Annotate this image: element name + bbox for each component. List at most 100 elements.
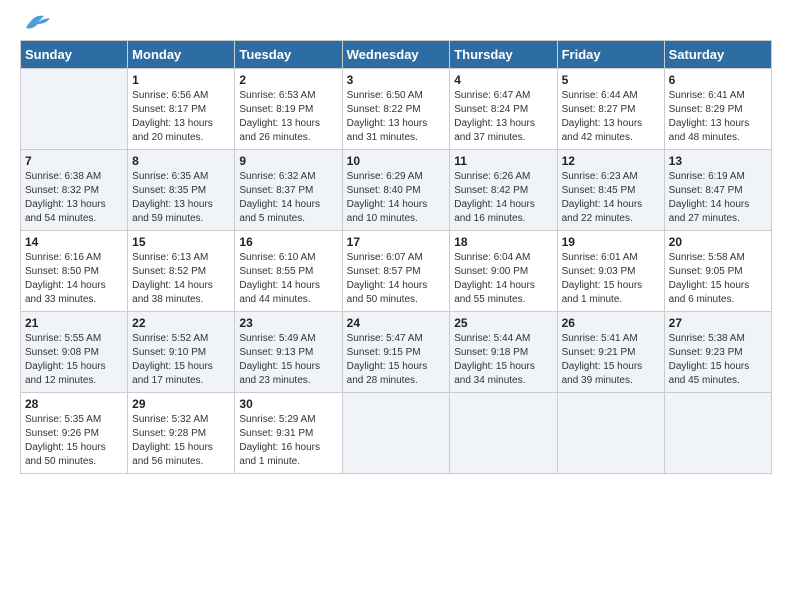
calendar-header: SundayMondayTuesdayWednesdayThursdayFrid… bbox=[21, 41, 772, 69]
calendar-cell: 16 Sunrise: 6:10 AM Sunset: 8:55 PM Dayli… bbox=[235, 231, 342, 312]
day-info: Sunrise: 6:10 AM Sunset: 8:55 PM Dayligh… bbox=[239, 251, 337, 307]
day-info: Sunrise: 6:35 AM Sunset: 8:35 PM Dayligh… bbox=[132, 170, 230, 226]
calendar-cell: 26Sunrise: 5:41 AM Sunset: 9:21 PM Dayli… bbox=[557, 312, 664, 393]
day-info: Sunrise: 6:56 AM Sunset: 8:17 PM Dayligh… bbox=[132, 89, 230, 145]
day-info: Sunrise: 6:07 AM Sunset: 8:57 PM Dayligh… bbox=[347, 251, 446, 307]
day-info: Sunrise: 5:32 AM Sunset: 9:28 PM Dayligh… bbox=[132, 413, 230, 469]
day-number: 28 bbox=[25, 397, 123, 411]
calendar-cell: 7Sunrise: 6:38 AM Sunset: 8:32 PM Daylig… bbox=[21, 150, 128, 231]
calendar-cell: 1 Sunrise: 6:56 AM Sunset: 8:17 PM Daylig… bbox=[128, 69, 235, 150]
day-number: 21 bbox=[25, 316, 123, 330]
calendar-cell: 3 Sunrise: 6:50 AM Sunset: 8:22 PM Daylig… bbox=[342, 69, 450, 150]
logo bbox=[20, 20, 54, 32]
day-number: 18 bbox=[454, 235, 552, 249]
day-number: 23 bbox=[239, 316, 337, 330]
calendar-cell: 28 Sunrise: 5:35 AM Sunset: 9:26 PM Dayli… bbox=[21, 393, 128, 474]
day-number: 8 bbox=[132, 154, 230, 168]
day-number: 16 bbox=[239, 235, 337, 249]
weekday-header-wednesday: Wednesday bbox=[342, 41, 450, 69]
day-info: Sunrise: 6:44 AM Sunset: 8:27 PM Dayligh… bbox=[562, 89, 660, 145]
calendar-cell: 18 Sunrise: 6:04 AM Sunset: 9:00 PM Dayli… bbox=[450, 231, 557, 312]
day-number: 17 bbox=[347, 235, 446, 249]
calendar-cell: 17 Sunrise: 6:07 AM Sunset: 8:57 PM Dayli… bbox=[342, 231, 450, 312]
calendar-cell bbox=[21, 69, 128, 150]
day-number: 15 bbox=[132, 235, 230, 249]
day-number: 10 bbox=[347, 154, 446, 168]
calendar-cell bbox=[557, 393, 664, 474]
calendar-week-row: 1 Sunrise: 6:56 AM Sunset: 8:17 PM Daylig… bbox=[21, 69, 772, 150]
day-number: 7 bbox=[25, 154, 123, 168]
weekday-header-thursday: Thursday bbox=[450, 41, 557, 69]
day-info: Sunrise: 6:53 AM Sunset: 8:19 PM Dayligh… bbox=[239, 89, 337, 145]
calendar-cell: 25Sunrise: 5:44 AM Sunset: 9:18 PM Dayli… bbox=[450, 312, 557, 393]
calendar-cell: 30 Sunrise: 5:29 AM Sunset: 9:31 PM Dayli… bbox=[235, 393, 342, 474]
calendar-cell: 12 Sunrise: 6:23 AM Sunset: 8:45 PM Dayli… bbox=[557, 150, 664, 231]
day-info: Sunrise: 6:19 AM Sunset: 8:47 PM Dayligh… bbox=[669, 170, 767, 226]
day-info: Sunrise: 6:04 AM Sunset: 9:00 PM Dayligh… bbox=[454, 251, 552, 307]
day-number: 22 bbox=[132, 316, 230, 330]
day-number: 20 bbox=[669, 235, 767, 249]
weekday-header-monday: Monday bbox=[128, 41, 235, 69]
day-info: Sunrise: 6:13 AM Sunset: 8:52 PM Dayligh… bbox=[132, 251, 230, 307]
calendar-cell: 24 Sunrise: 5:47 AM Sunset: 9:15 PM Dayli… bbox=[342, 312, 450, 393]
day-number: 6 bbox=[669, 73, 767, 87]
calendar-cell: 13 Sunrise: 6:19 AM Sunset: 8:47 PM Dayli… bbox=[664, 150, 771, 231]
day-info: Sunrise: 6:50 AM Sunset: 8:22 PM Dayligh… bbox=[347, 89, 446, 145]
weekday-header-tuesday: Tuesday bbox=[235, 41, 342, 69]
calendar-week-row: 28 Sunrise: 5:35 AM Sunset: 9:26 PM Dayli… bbox=[21, 393, 772, 474]
day-info: Sunrise: 5:52 AM Sunset: 9:10 PM Dayligh… bbox=[132, 332, 230, 388]
calendar-cell: 15 Sunrise: 6:13 AM Sunset: 8:52 PM Dayli… bbox=[128, 231, 235, 312]
calendar-cell: 4 Sunrise: 6:47 AM Sunset: 8:24 PM Daylig… bbox=[450, 69, 557, 150]
calendar-week-row: 7Sunrise: 6:38 AM Sunset: 8:32 PM Daylig… bbox=[21, 150, 772, 231]
day-info: Sunrise: 5:49 AM Sunset: 9:13 PM Dayligh… bbox=[239, 332, 337, 388]
calendar-cell: 9 Sunrise: 6:32 AM Sunset: 8:37 PM Daylig… bbox=[235, 150, 342, 231]
calendar-week-row: 21Sunrise: 5:55 AM Sunset: 9:08 PM Dayli… bbox=[21, 312, 772, 393]
day-number: 24 bbox=[347, 316, 446, 330]
day-number: 11 bbox=[454, 154, 552, 168]
calendar-cell: 19 Sunrise: 6:01 AM Sunset: 9:03 PM Dayli… bbox=[557, 231, 664, 312]
day-number: 14 bbox=[25, 235, 123, 249]
day-info: Sunrise: 5:35 AM Sunset: 9:26 PM Dayligh… bbox=[25, 413, 123, 469]
day-number: 13 bbox=[669, 154, 767, 168]
day-number: 3 bbox=[347, 73, 446, 87]
weekday-header-sunday: Sunday bbox=[21, 41, 128, 69]
day-number: 19 bbox=[562, 235, 660, 249]
calendar-cell: 5Sunrise: 6:44 AM Sunset: 8:27 PM Daylig… bbox=[557, 69, 664, 150]
day-info: Sunrise: 6:01 AM Sunset: 9:03 PM Dayligh… bbox=[562, 251, 660, 307]
page-header bbox=[20, 20, 772, 32]
day-number: 9 bbox=[239, 154, 337, 168]
day-number: 1 bbox=[132, 73, 230, 87]
calendar-table: SundayMondayTuesdayWednesdayThursdayFrid… bbox=[20, 40, 772, 474]
calendar-cell: 10Sunrise: 6:29 AM Sunset: 8:40 PM Dayli… bbox=[342, 150, 450, 231]
calendar-cell: 21Sunrise: 5:55 AM Sunset: 9:08 PM Dayli… bbox=[21, 312, 128, 393]
day-info: Sunrise: 6:26 AM Sunset: 8:42 PM Dayligh… bbox=[454, 170, 552, 226]
day-number: 4 bbox=[454, 73, 552, 87]
calendar-cell: 6 Sunrise: 6:41 AM Sunset: 8:29 PM Daylig… bbox=[664, 69, 771, 150]
day-info: Sunrise: 6:47 AM Sunset: 8:24 PM Dayligh… bbox=[454, 89, 552, 145]
day-number: 30 bbox=[239, 397, 337, 411]
calendar-cell: 11 Sunrise: 6:26 AM Sunset: 8:42 PM Dayli… bbox=[450, 150, 557, 231]
weekday-header-saturday: Saturday bbox=[664, 41, 771, 69]
day-info: Sunrise: 6:23 AM Sunset: 8:45 PM Dayligh… bbox=[562, 170, 660, 226]
calendar-cell: 27 Sunrise: 5:38 AM Sunset: 9:23 PM Dayli… bbox=[664, 312, 771, 393]
day-number: 25 bbox=[454, 316, 552, 330]
calendar-week-row: 14 Sunrise: 6:16 AM Sunset: 8:50 PM Dayli… bbox=[21, 231, 772, 312]
weekday-header-row: SundayMondayTuesdayWednesdayThursdayFrid… bbox=[21, 41, 772, 69]
day-number: 27 bbox=[669, 316, 767, 330]
day-info: Sunrise: 5:58 AM Sunset: 9:05 PM Dayligh… bbox=[669, 251, 767, 307]
day-number: 12 bbox=[562, 154, 660, 168]
calendar-cell bbox=[450, 393, 557, 474]
calendar-cell: 14 Sunrise: 6:16 AM Sunset: 8:50 PM Dayli… bbox=[21, 231, 128, 312]
day-number: 2 bbox=[239, 73, 337, 87]
day-info: Sunrise: 5:47 AM Sunset: 9:15 PM Dayligh… bbox=[347, 332, 446, 388]
calendar-cell bbox=[342, 393, 450, 474]
day-info: Sunrise: 6:16 AM Sunset: 8:50 PM Dayligh… bbox=[25, 251, 123, 307]
logo-bird-icon bbox=[22, 12, 54, 32]
day-info: Sunrise: 5:38 AM Sunset: 9:23 PM Dayligh… bbox=[669, 332, 767, 388]
day-info: Sunrise: 5:29 AM Sunset: 9:31 PM Dayligh… bbox=[239, 413, 337, 469]
day-info: Sunrise: 6:41 AM Sunset: 8:29 PM Dayligh… bbox=[669, 89, 767, 145]
day-info: Sunrise: 6:32 AM Sunset: 8:37 PM Dayligh… bbox=[239, 170, 337, 226]
calendar-cell: 8 Sunrise: 6:35 AM Sunset: 8:35 PM Daylig… bbox=[128, 150, 235, 231]
day-number: 26 bbox=[562, 316, 660, 330]
calendar-cell: 20 Sunrise: 5:58 AM Sunset: 9:05 PM Dayli… bbox=[664, 231, 771, 312]
